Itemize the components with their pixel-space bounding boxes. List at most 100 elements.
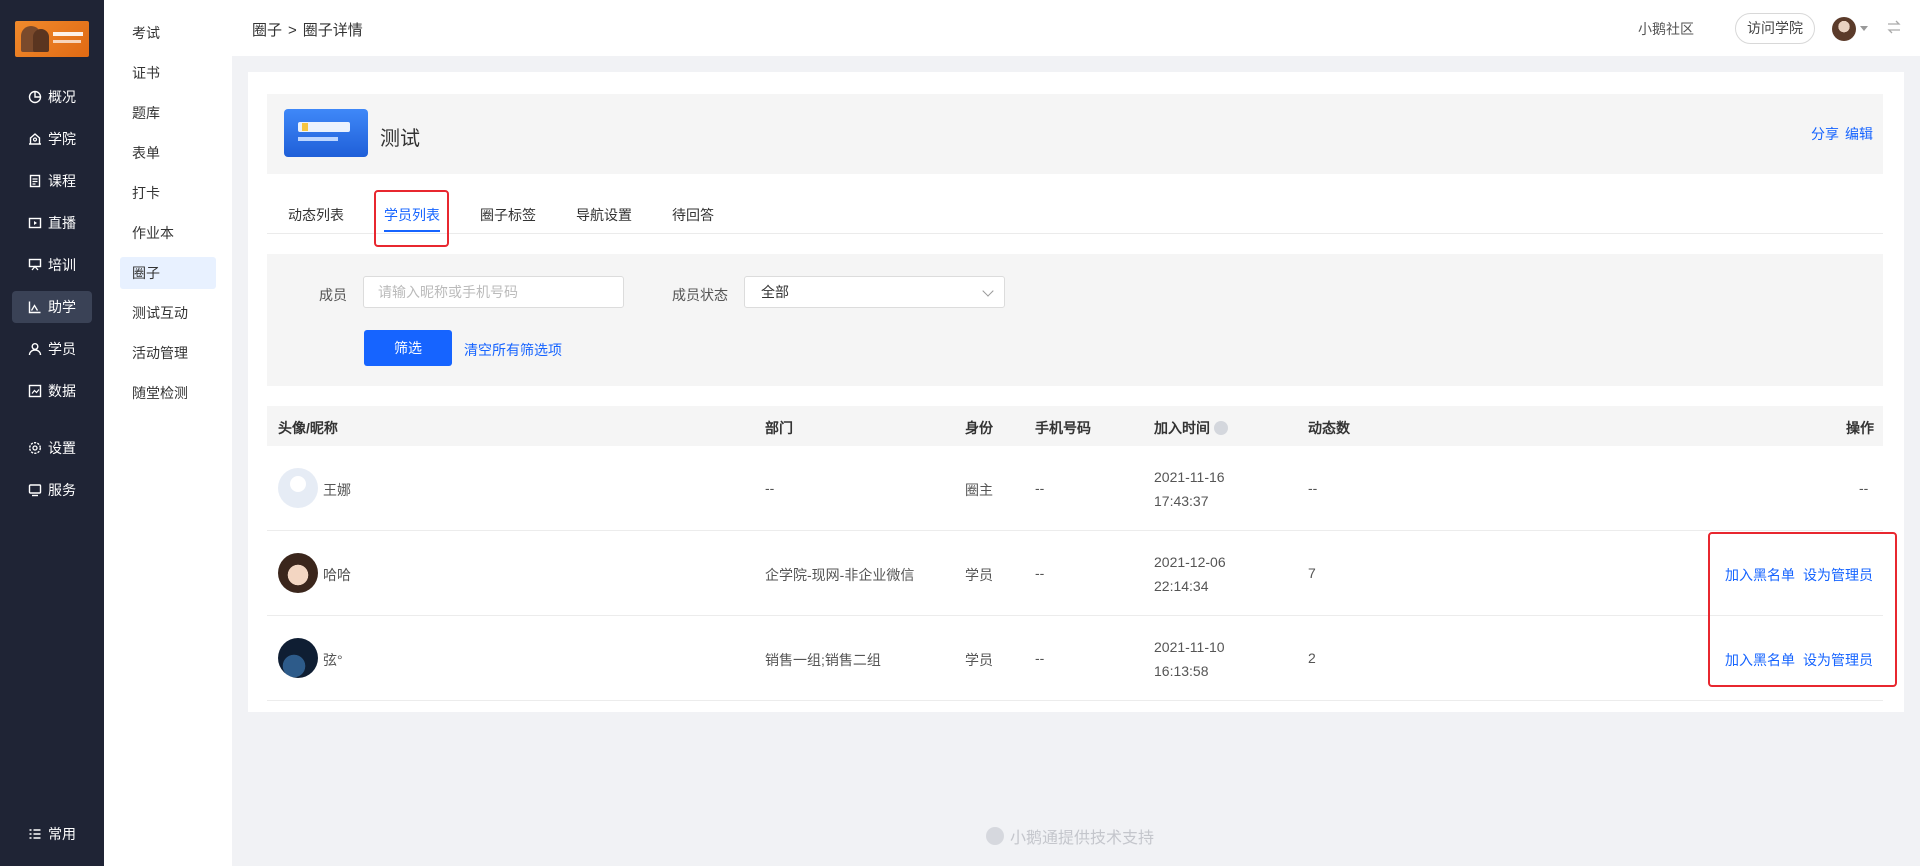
join-clock: 17:43:37 [1154, 493, 1209, 509]
subnav-item-checkin[interactable]: 打卡 [120, 177, 216, 209]
subnav-item-test-interaction[interactable]: 测试互动 [120, 297, 216, 329]
member-status-label: 成员状态 [672, 287, 728, 303]
tab-feed-list[interactable]: 动态列表 [288, 205, 344, 225]
member-join-time: 2021-11-16 17:43:37 [1154, 465, 1225, 513]
nav-item-students[interactable]: 学员 [12, 333, 92, 365]
course-icon [28, 174, 42, 188]
nav-item-common[interactable]: 常用 [12, 818, 92, 850]
gear-icon [28, 441, 42, 455]
highlight-box-tab [374, 190, 449, 247]
member-join-time: 2021-12-06 22:14:34 [1154, 550, 1226, 598]
subnav-item-circle[interactable]: 圈子 [120, 257, 216, 289]
member-role: 学员 [965, 567, 993, 583]
table-row [267, 446, 1883, 531]
training-icon [28, 258, 42, 272]
member-name: 哈哈 [323, 567, 351, 583]
footer-text: 小鹅通提供技术支持 [1010, 830, 1155, 847]
col-post-count: 动态数 [1308, 420, 1350, 436]
table-row [267, 531, 1883, 616]
switch-icon[interactable] [1886, 19, 1902, 35]
nav-label: 助学 [48, 299, 76, 315]
join-date: 2021-12-06 [1154, 554, 1226, 570]
nav-item-course[interactable]: 课程 [12, 165, 92, 197]
service-icon [28, 483, 42, 497]
member-department: 销售一组;销售二组 [765, 652, 881, 668]
nav-item-study-aid[interactable]: 助学 [12, 291, 92, 323]
member-join-time: 2021-11-10 16:13:58 [1154, 635, 1225, 683]
nav-label: 数据 [48, 383, 76, 399]
col-join-time-label: 加入时间 [1154, 420, 1210, 436]
member-role: 学员 [965, 652, 993, 668]
table-row [267, 616, 1883, 701]
breadcrumb-separator: > [288, 22, 297, 39]
subnav-item-quiz[interactable]: 随堂检测 [120, 377, 216, 409]
circle-header [267, 94, 1883, 174]
col-operations: 操作 [1846, 420, 1874, 436]
nav-item-service[interactable]: 服务 [12, 474, 92, 506]
join-date: 2021-11-10 [1154, 639, 1225, 655]
avatar [278, 553, 318, 593]
nav-item-training[interactable]: 培训 [12, 249, 92, 281]
chevron-down-icon [982, 285, 994, 297]
circle-cover-image [284, 109, 368, 157]
nav-label: 学院 [48, 131, 76, 147]
subnav-item-question-bank[interactable]: 题库 [120, 97, 216, 129]
nav-label: 直播 [48, 215, 76, 231]
member-label: 成员 [319, 287, 347, 303]
nav-item-settings[interactable]: 设置 [12, 432, 92, 464]
tabs-divider [267, 233, 1883, 234]
circle-title: 测试 [380, 128, 420, 150]
logo-icon [986, 827, 1004, 845]
share-link[interactable]: 分享 [1811, 126, 1839, 142]
clear-filters-link[interactable]: 清空所有筛选项 [464, 340, 562, 360]
nav-label: 培训 [48, 257, 76, 273]
col-phone: 手机号码 [1035, 420, 1091, 436]
visit-school-button[interactable]: 访问学院 [1735, 13, 1815, 44]
subnav-item-form[interactable]: 表单 [120, 137, 216, 169]
avatar[interactable] [1832, 17, 1856, 41]
help-icon[interactable] [1214, 421, 1228, 435]
subnav-item-homework[interactable]: 作业本 [120, 217, 216, 249]
col-join-time: 加入时间 [1154, 418, 1228, 438]
chevron-down-icon[interactable] [1860, 26, 1868, 31]
member-department: -- [765, 480, 775, 496]
list-icon [28, 827, 42, 841]
join-clock: 22:14:34 [1154, 578, 1209, 594]
filter-panel [267, 254, 1883, 386]
member-status-select[interactable]: 全部 [744, 276, 1005, 308]
tab-pending-answers[interactable]: 待回答 [672, 205, 714, 225]
subnav-item-activity[interactable]: 活动管理 [120, 337, 216, 369]
school-icon [28, 132, 42, 146]
member-phone: -- [1035, 650, 1045, 666]
nav-item-data[interactable]: 数据 [12, 375, 92, 407]
live-icon [28, 216, 42, 230]
breadcrumb-circle[interactable]: 圈子 [252, 22, 282, 39]
tab-nav-settings[interactable]: 导航设置 [576, 205, 632, 225]
member-department: 企学院-现网-非企业微信 [765, 567, 915, 583]
main-nav: 概况 学院 课程 直播 培训 助学 学员 数据 设置 服务 常用 [0, 0, 104, 866]
join-date: 2021-11-16 [1154, 469, 1225, 485]
member-role: 圈主 [965, 482, 993, 498]
nav-label: 设置 [48, 440, 76, 456]
member-search-input[interactable]: 请输入昵称或手机号码 [363, 276, 624, 308]
nav-item-overview[interactable]: 概况 [12, 81, 92, 113]
tab-circle-tags[interactable]: 圈子标签 [480, 205, 536, 225]
member-post-count: 2 [1308, 650, 1316, 666]
member-name: 弦° [323, 652, 343, 668]
member-phone: -- [1035, 480, 1045, 496]
filter-button[interactable]: 筛选 [364, 330, 452, 366]
member-post-count: 7 [1308, 565, 1316, 581]
nav-item-school[interactable]: 学院 [12, 123, 92, 155]
edit-link[interactable]: 编辑 [1845, 126, 1873, 142]
nav-item-live[interactable]: 直播 [12, 207, 92, 239]
subnav-item-certificate[interactable]: 证书 [120, 57, 216, 89]
study-aid-icon [28, 300, 42, 314]
community-link[interactable]: 小鹅社区 [1638, 19, 1694, 39]
top-header: 圈子 > 圈子详情 小鹅社区 访问学院 [232, 0, 1920, 56]
brand-logo[interactable] [15, 21, 89, 57]
member-status-value: 全部 [761, 284, 789, 300]
member-phone: -- [1035, 565, 1045, 581]
data-icon [28, 384, 42, 398]
subnav-item-exam[interactable]: 考试 [120, 17, 216, 49]
col-avatar-name: 头像/昵称 [278, 420, 338, 436]
